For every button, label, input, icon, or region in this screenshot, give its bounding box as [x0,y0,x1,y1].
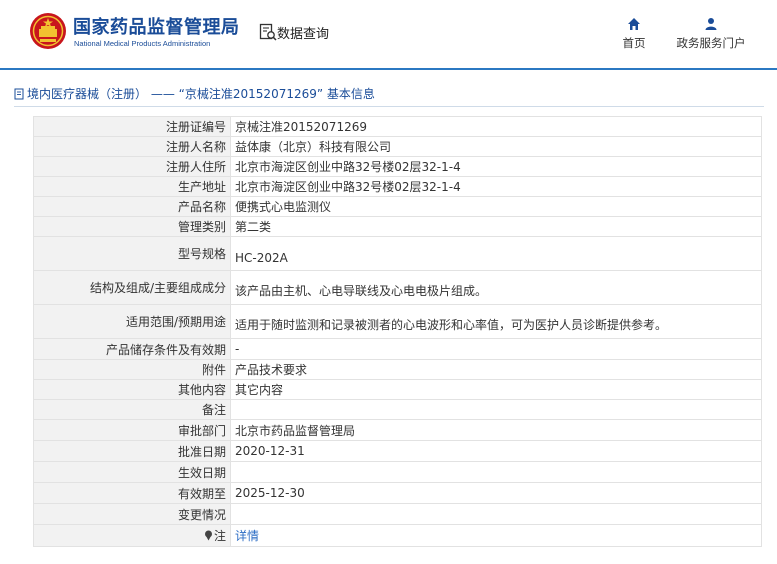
breadcrumb-separator: —— [150,87,175,101]
row-value: 益体康（北京）科技有限公司 [230,136,762,157]
table-row: 变更情况 [33,503,762,525]
row-value: 北京市海淀区创业中路32号楼02层32-1-4 [230,156,762,177]
row-value: 2025-12-30 [230,482,762,504]
table-row: 注 详情 [33,524,762,547]
table-row: 审批部门 北京市药品监督管理局 [33,419,762,441]
row-value: 北京市药品监督管理局 [230,419,762,441]
record-breadcrumb: 境内医疗器械（注册） —— “京械注准20152071269” 基本信息 [14,85,764,107]
row-label: 型号规格 [33,236,231,271]
note-label: 注 [213,529,226,543]
home-icon [628,18,640,30]
row-value [230,399,762,420]
row-label: 备注 [33,399,231,420]
row-label: 其他内容 [33,379,231,400]
row-label: 管理类别 [33,216,231,237]
row-value [230,503,762,525]
table-row: 生效日期 [33,461,762,483]
table-row: 产品名称 便携式心电监测仪 [33,196,762,217]
row-label: 产品名称 [33,196,231,217]
table-row: 备注 [33,399,762,420]
table-row: 适用范围/预期用途 适用于随时监测和记录被测者的心电波形和心率值，可为医护人员诊… [33,304,762,339]
row-label: 批准日期 [33,440,231,462]
nav-portal-button[interactable]: 政务服务门户 [669,17,753,55]
row-label: 附件 [33,359,231,380]
data-query-title: 数据查询 [277,27,330,42]
row-label: 生产地址 [33,176,231,197]
row-label-note: 注 [33,524,231,547]
table-row: 其他内容 其它内容 [33,379,762,400]
table-row: 管理类别 第二类 [33,216,762,237]
row-label: 生效日期 [33,461,231,483]
table-row: 注册人住所 北京市海淀区创业中路32号楼02层32-1-4 [33,156,762,177]
table-row: 生产地址 北京市海淀区创业中路32号楼02层32-1-4 [33,176,762,197]
user-icon [705,18,717,30]
site-header: 国家药品监督管理局 National Medical Products Admi… [0,0,777,70]
national-emblem-icon [30,13,66,49]
row-value: 第二类 [230,216,762,237]
row-value: 详情 [230,524,762,547]
row-value: 适用于随时监测和记录被测者的心电波形和心率值，可为医护人员诊断提供参考。 [230,304,762,339]
table-row: 附件 产品技术要求 [33,359,762,380]
row-label: 变更情况 [33,503,231,525]
document-icon [14,88,24,100]
row-value: 北京市海淀区创业中路32号楼02层32-1-4 [230,176,762,197]
data-query-icon [259,23,277,41]
row-value: 便携式心电监测仪 [230,196,762,217]
row-label: 注册人住所 [33,156,231,177]
row-label: 审批部门 [33,419,231,441]
details-link[interactable]: 详情 [235,529,259,543]
agency-name-cn: 国家药品监督管理局 [73,17,240,38]
row-value: 2020-12-31 [230,440,762,462]
table-row: 有效期至 2025-12-30 [33,482,762,504]
table-row: 产品储存条件及有效期 - [33,338,762,360]
nav-portal-label: 政务服务门户 [676,36,746,50]
nav-home-label: 首页 [622,36,646,50]
table-row: 批准日期 2020-12-31 [33,440,762,462]
agency-name-en: National Medical Products Administration [74,39,211,48]
table-row: 结构及组成/主要组成成分 该产品由主机、心电导联线及心电电极片组成。 [33,270,762,305]
row-value: 该产品由主机、心电导联线及心电电极片组成。 [230,270,762,305]
row-label: 适用范围/预期用途 [33,304,231,339]
row-value: 京械注准20152071269 [230,116,762,137]
row-label: 注册证编号 [33,116,231,137]
row-label: 结构及组成/主要组成成分 [33,270,231,305]
breadcrumb-category: 境内医疗器械（注册） [27,87,148,101]
breadcrumb-title: “京械注准20152071269” 基本信息 [178,87,375,101]
row-label: 产品储存条件及有效期 [33,338,231,360]
row-value [230,461,762,483]
pin-icon [204,530,212,541]
nav-home-button[interactable]: 首页 [616,17,652,55]
row-value: 产品技术要求 [230,359,762,380]
row-value: 其它内容 [230,379,762,400]
row-label: 注册人名称 [33,136,231,157]
table-row: 型号规格 HC-202A [33,236,762,271]
row-label: 有效期至 [33,482,231,504]
table-row: 注册证编号 京械注准20152071269 [33,116,762,137]
registration-detail-table: 注册证编号 京械注准20152071269 注册人名称 益体康（北京）科技有限公… [33,116,762,547]
row-value: - [230,338,762,360]
table-row: 注册人名称 益体康（北京）科技有限公司 [33,136,762,157]
row-value: HC-202A [230,236,762,271]
